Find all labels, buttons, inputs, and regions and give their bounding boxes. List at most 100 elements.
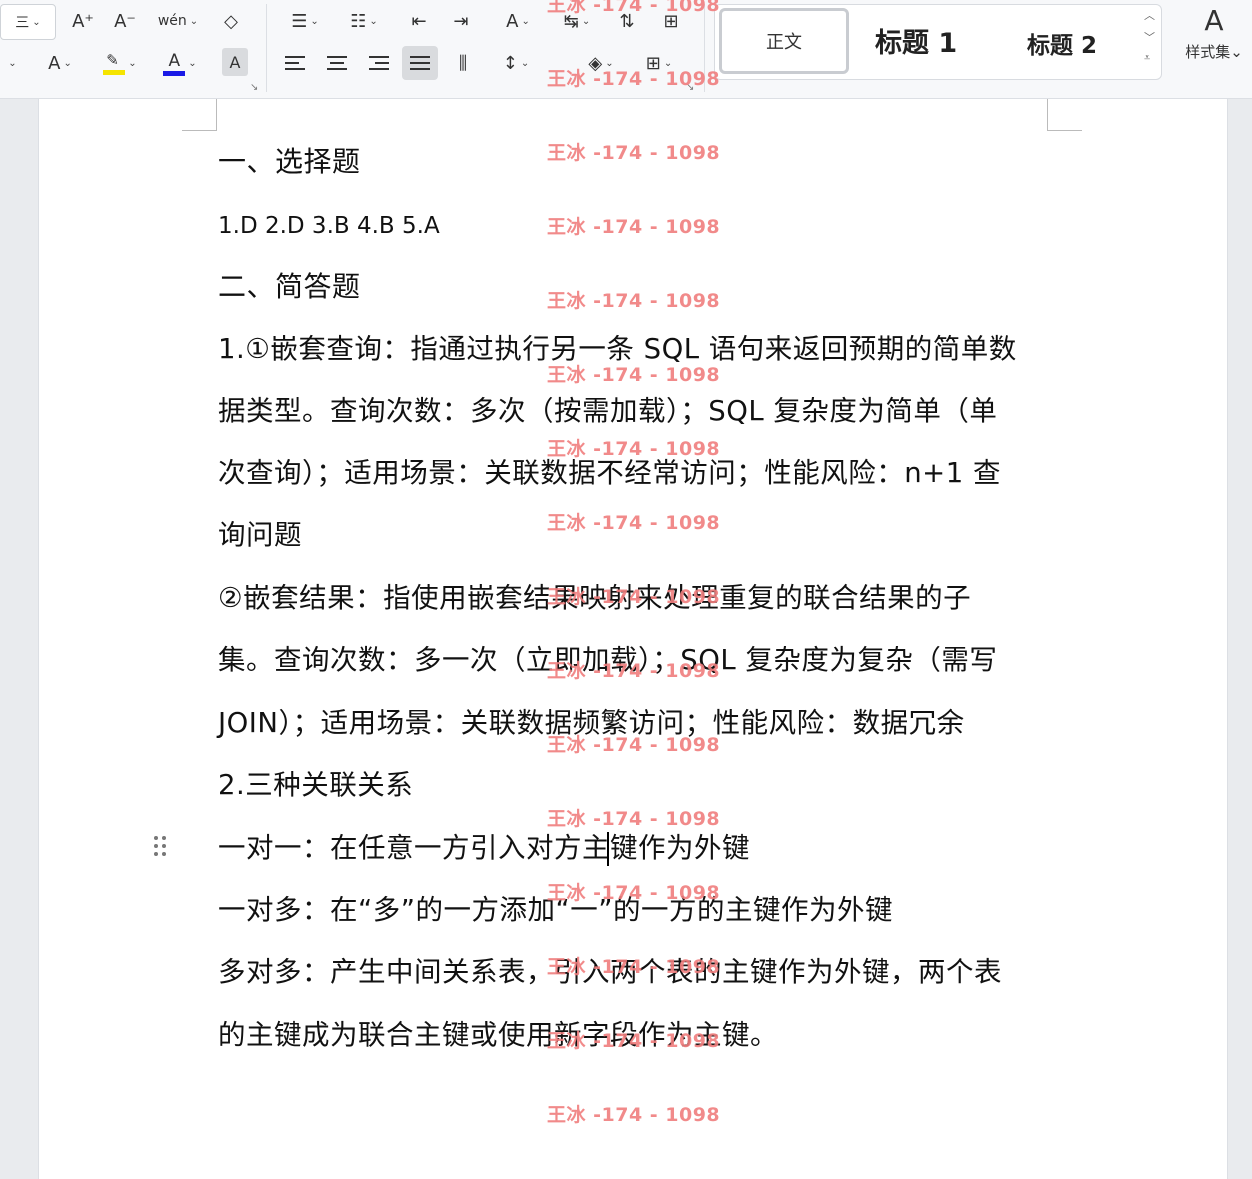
q1b-line: JOIN）；适用场景：关联数据频繁访问；性能风险：数据冗余	[218, 707, 965, 739]
chevron-down-icon: ⌄	[369, 15, 378, 27]
line-spacing-icon: ↕	[502, 52, 518, 74]
justify-button[interactable]	[402, 46, 438, 80]
font-dialog-launcher-icon[interactable]: ↘	[250, 82, 258, 93]
many-to-many-line: 多对多：产生中间关系表，引入两个表的主键作为外键，两个表	[218, 956, 1002, 988]
crop-mark	[182, 130, 217, 131]
q2-title: 2.三种关联关系	[218, 769, 414, 801]
phonetic-guide-button[interactable]: wén ⌄	[154, 4, 202, 38]
indent-icon: ⇥	[453, 10, 469, 32]
section2-title: 二、简答题	[218, 270, 361, 303]
text-direction-icon: A	[506, 10, 519, 32]
border-grid-icon: ⊞	[645, 52, 661, 74]
align-center-button[interactable]	[320, 46, 354, 80]
distribute-button[interactable]: ⫼	[446, 46, 480, 80]
borders-button[interactable]: ⊞ ⌄	[636, 46, 682, 80]
font-color-bar	[163, 71, 186, 76]
gallery-scroll: ︿ ﹀ ⩡	[1144, 7, 1155, 65]
text-wrap-button[interactable]: ↹ ⌄	[554, 4, 600, 38]
show-marks-button[interactable]: ⊞	[654, 4, 688, 38]
chevron-down-icon: ⌄	[581, 15, 591, 27]
clear-format-button[interactable]: ◇	[214, 4, 248, 38]
group-separator	[704, 4, 705, 92]
outdent-icon: ⇤	[411, 10, 427, 32]
chevron-down-icon: ⌄	[188, 57, 197, 69]
shading-button[interactable]: ◈ ⌄	[578, 46, 624, 80]
style-heading-1[interactable]: 标题 1	[875, 21, 957, 60]
chevron-down-icon: ⌄	[128, 57, 137, 69]
style-set-label: 样式集	[1185, 43, 1231, 61]
q1-line: 据类型。查询次数：多次（按需加载）；SQL 复杂度为简单（单	[218, 395, 998, 427]
wrap-icon: ↹	[563, 10, 579, 32]
highlight-button[interactable]: ✎ ⌄	[96, 46, 144, 80]
chevron-down-icon: ⌄	[63, 57, 72, 69]
crop-mark	[1047, 130, 1082, 131]
q1-line: 1.①嵌套查询：指通过执行另一条 SQL 语句来返回预期的简单数	[218, 333, 1017, 365]
increase-font-size-button[interactable]: A⁺	[66, 4, 100, 38]
eraser-icon: ◇	[224, 10, 238, 32]
phonetic-icon: wén	[157, 13, 187, 29]
one-to-many-line: 一对多：在“多”的一方添加“一”的一方的主键作为外键	[218, 894, 893, 926]
font-size-value: 三	[15, 15, 30, 31]
decrease-indent-button[interactable]: ⇤	[402, 4, 436, 38]
scroll-down-icon[interactable]: ﹀	[1144, 29, 1155, 45]
text-direction-button[interactable]: A ⌄	[492, 4, 544, 38]
line-spacing-button[interactable]: ↕ ⌄	[492, 46, 540, 80]
align-right-button[interactable]	[362, 46, 396, 80]
numbered-list-icon: ☷	[350, 10, 367, 32]
chevron-down-icon: ⌄	[1230, 43, 1243, 61]
text-effect-button[interactable]: A ⌄	[36, 46, 84, 80]
font-color-icon: A	[163, 50, 186, 76]
chevron-down-icon: ⌄	[521, 15, 530, 27]
chevron-down-icon: ⌄	[605, 57, 614, 69]
font-grow-icon: A⁺	[72, 10, 94, 32]
gallery-expand-icon[interactable]: ⩡	[1144, 51, 1155, 65]
q1-line: 询问题	[218, 519, 302, 551]
align-left-icon	[285, 56, 305, 70]
many-to-many-line: 的主键成为联合主键或使用新字段作为主键。	[218, 1019, 778, 1051]
scroll-up-icon[interactable]: ︿	[1144, 7, 1155, 23]
increase-indent-button[interactable]: ⇥	[444, 4, 478, 38]
character-shading-button[interactable]: A	[222, 48, 248, 76]
align-right-icon	[369, 56, 389, 70]
ribbon-toolbar: 三 ⌄ A⁺ A⁻ wén ⌄ ◇ ⌄ A ⌄ ✎ ⌄ A ⌄ A ↘ ☰ ⌄ ☷ ⌄ ⇤…	[0, 0, 1252, 99]
bullet-list-icon: ☰	[291, 10, 308, 32]
distribute-icon: ⫼	[458, 52, 468, 74]
chevron-down-icon: ⌄	[520, 57, 530, 69]
font-color-button[interactable]: A ⌄	[156, 46, 204, 80]
font-menu-button[interactable]: ⌄	[0, 46, 22, 80]
align-left-button[interactable]	[278, 46, 312, 80]
group-separator	[266, 4, 267, 92]
q1b-line: ②嵌套结果：指使用嵌套结果映射来处理重复的联合结果的子	[218, 582, 972, 614]
bullet-list-button[interactable]: ☰ ⌄	[282, 4, 328, 38]
chevron-down-icon: ⌄	[8, 57, 17, 69]
highlight-color-bar	[103, 70, 126, 75]
chevron-down-icon: ⌄	[663, 57, 673, 69]
answers-line: 1.D 2.D 3.B 4.B 5.A	[218, 213, 440, 239]
style-set-icon: A	[1204, 4, 1224, 37]
character-shading-icon: A	[229, 52, 241, 72]
chevron-down-icon: ⌄	[310, 15, 319, 27]
section1-title: 一、选择题	[218, 145, 361, 178]
grid-marks-icon: ⊞	[663, 10, 679, 32]
highlighter-icon: ✎	[103, 51, 126, 75]
paragraph-drag-handle-icon[interactable]	[154, 836, 166, 856]
decrease-font-size-button[interactable]: A⁻	[108, 4, 142, 38]
style-normal[interactable]: 正文	[719, 8, 849, 74]
crop-mark	[216, 99, 217, 131]
text-effect-icon: A	[48, 52, 61, 74]
justify-icon	[410, 56, 430, 70]
numbered-list-button[interactable]: ☷ ⌄	[340, 4, 388, 38]
sort-az-icon: ⇅	[619, 10, 635, 32]
q1b-line: 集。查询次数：多一次（立即加载）；SQL 复杂度为复杂（需写	[218, 644, 998, 676]
style-set-button[interactable]: A 样式集⌄	[1176, 4, 1252, 78]
paint-bucket-icon: ◈	[588, 52, 603, 74]
align-center-icon	[327, 56, 347, 70]
chevron-down-icon: ⌄	[32, 16, 41, 28]
one-to-one-line: 一对一：在任意一方引入对方主键作为外键	[218, 832, 750, 864]
font-size-box[interactable]: 三 ⌄	[0, 4, 56, 40]
paragraph-dialog-launcher-icon[interactable]: ↘	[686, 82, 694, 93]
crop-mark	[1047, 99, 1048, 131]
sort-button[interactable]: ⇅	[610, 4, 644, 38]
style-heading-2[interactable]: 标题 2	[1027, 26, 1097, 60]
text-cursor	[607, 832, 609, 866]
